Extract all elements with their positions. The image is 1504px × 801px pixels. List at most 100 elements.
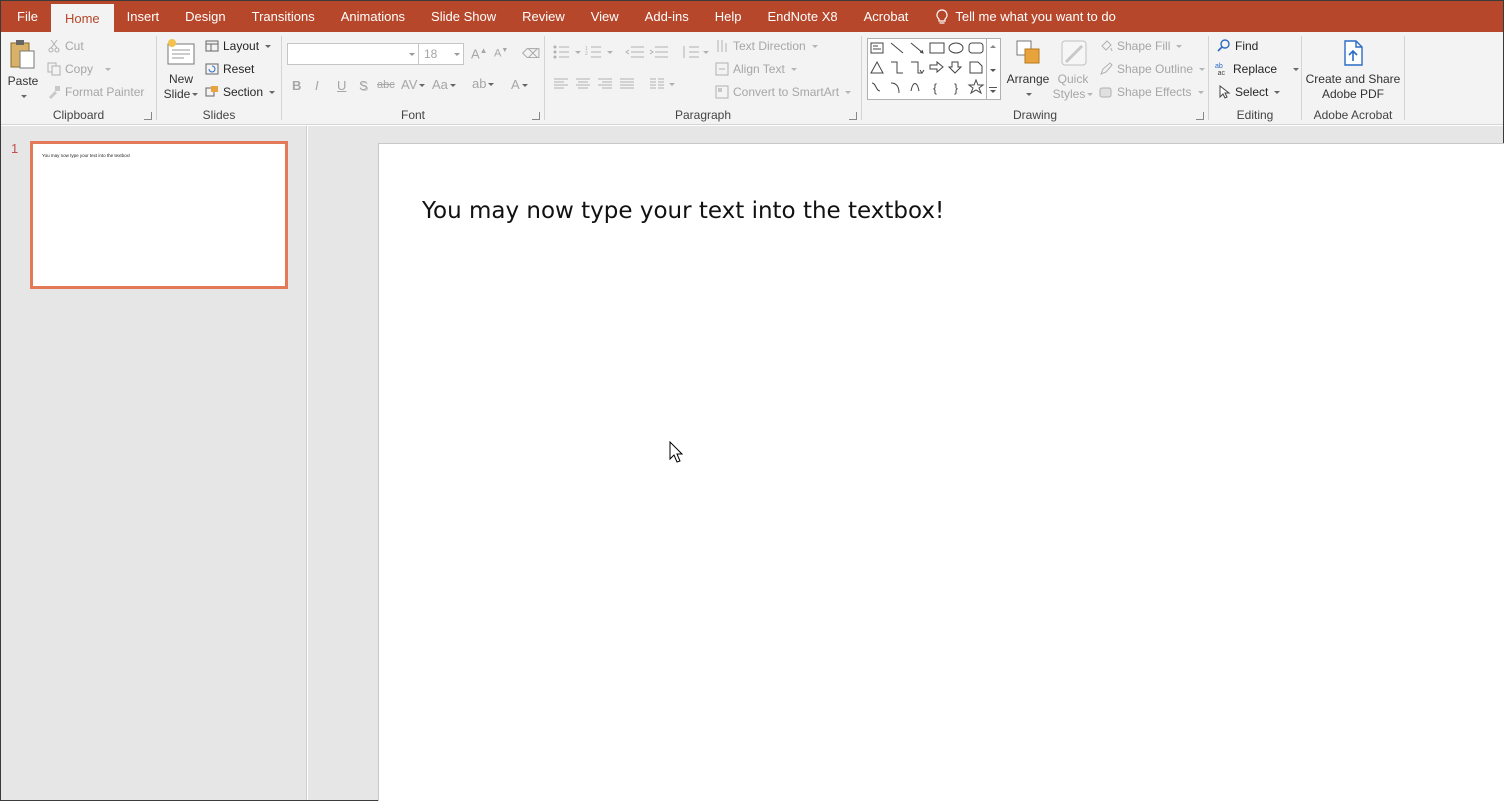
align-text-label: Align Text xyxy=(733,62,785,76)
slide-canvas[interactable]: You may now type your text into the text… xyxy=(378,143,1504,801)
mouse-cursor-icon xyxy=(669,441,683,463)
new-slide-button[interactable]: New Slide xyxy=(161,38,201,102)
new-slide-label-2: Slide xyxy=(163,87,191,101)
change-case-button[interactable]: Aa xyxy=(432,77,456,92)
bold-button[interactable]: B xyxy=(292,78,301,93)
layout-button[interactable]: Layout xyxy=(205,39,272,53)
text-shadow-button[interactable]: S xyxy=(359,78,368,93)
paragraph-dialog-launcher-icon[interactable] xyxy=(849,112,857,120)
reset-button[interactable]: Reset xyxy=(205,62,254,76)
scroll-down-icon[interactable] xyxy=(990,69,996,72)
font-size-dropdown[interactable]: 18 xyxy=(418,43,464,65)
slide-textbox[interactable]: You may now type your text into the text… xyxy=(422,198,944,224)
scroll-up-icon[interactable] xyxy=(990,45,996,48)
editing-group-label: Editing xyxy=(1236,108,1274,122)
tab-home[interactable]: Home xyxy=(50,4,114,32)
pencil-icon xyxy=(1100,62,1113,75)
align-right-icon[interactable] xyxy=(597,78,613,90)
font-dialog-launcher-icon[interactable] xyxy=(532,112,540,120)
paragraph-group: 12 Text Direction Align Text Convert to … xyxy=(545,32,861,125)
bullets-icon[interactable] xyxy=(553,45,581,59)
character-spacing-button[interactable]: AV xyxy=(401,77,426,92)
shape-outline-button[interactable]: Shape Outline xyxy=(1099,62,1206,76)
drawing-dialog-launcher-icon[interactable] xyxy=(1196,112,1204,120)
arrange-icon xyxy=(1016,40,1040,64)
create-share-pdf-button[interactable]: Create and Share Adobe PDF xyxy=(1304,38,1402,102)
reset-icon xyxy=(205,63,219,75)
tab-insert[interactable]: Insert xyxy=(114,1,173,32)
clear-formatting-icon[interactable]: ⌫ xyxy=(522,46,540,62)
more-icon[interactable] xyxy=(989,87,997,88)
tab-slide-show[interactable]: Slide Show xyxy=(418,1,509,32)
convert-smartart-button[interactable]: Convert to SmartArt xyxy=(715,85,852,99)
tab-design[interactable]: Design xyxy=(172,1,238,32)
format-painter-button[interactable]: Format Painter xyxy=(47,85,144,99)
tab-review[interactable]: Review xyxy=(509,1,578,32)
tab-help[interactable]: Help xyxy=(702,1,755,32)
more-arrow-icon xyxy=(990,90,996,93)
quick-styles-icon xyxy=(1061,40,1087,66)
find-button[interactable]: Find xyxy=(1217,39,1258,53)
font-name-dropdown[interactable] xyxy=(287,43,419,65)
strikethrough-button[interactable]: abc xyxy=(377,79,395,91)
quick-styles-button[interactable]: Quick Styles xyxy=(1051,38,1095,102)
tab-transitions[interactable]: Transitions xyxy=(239,1,328,32)
arrange-button[interactable]: Arrange xyxy=(1005,38,1051,102)
columns-icon[interactable] xyxy=(649,78,675,90)
tab-file[interactable]: File xyxy=(1,1,51,32)
slide-thumbnail[interactable]: You may now type your text into the text… xyxy=(30,141,288,289)
convert-smartart-label: Convert to SmartArt xyxy=(733,85,840,99)
replace-icon: abac xyxy=(1215,63,1226,76)
drawing-group-label: Drawing xyxy=(1012,108,1057,122)
character-spacing-label: AV xyxy=(401,77,418,92)
increase-font-size-icon[interactable]: A▲ xyxy=(471,46,488,61)
shape-fill-button[interactable]: Shape Fill xyxy=(1099,39,1183,53)
tab-add-ins[interactable]: Add-ins xyxy=(632,1,702,32)
tell-me-search[interactable]: Tell me what you want to do xyxy=(921,1,1116,32)
paintbrush-icon xyxy=(49,86,60,99)
select-button[interactable]: Select xyxy=(1217,85,1281,99)
highlight-icon[interactable]: ab xyxy=(472,76,495,91)
tab-view[interactable]: View xyxy=(578,1,632,32)
align-center-icon[interactable] xyxy=(575,78,591,90)
tab-endnote[interactable]: EndNote X8 xyxy=(755,1,851,32)
cut-button[interactable]: Cut xyxy=(47,39,84,53)
tab-animations[interactable]: Animations xyxy=(328,1,418,32)
decrease-indent-icon[interactable] xyxy=(625,45,645,59)
italic-button[interactable]: I xyxy=(315,78,319,93)
text-direction-button[interactable]: Text Direction xyxy=(715,39,818,53)
slide-thumbnail-pane[interactable]: 1 You may now type your text into the te… xyxy=(1,126,307,800)
shapes-gallery-scrollbar[interactable] xyxy=(987,38,1001,100)
underline-button[interactable]: U xyxy=(337,78,346,93)
font-color-button[interactable]: A xyxy=(511,77,528,92)
section-icon xyxy=(205,86,218,97)
shape-effects-button[interactable]: Shape Effects xyxy=(1099,85,1204,99)
copy-icon xyxy=(47,62,61,76)
new-slide-icon xyxy=(167,39,195,65)
clipboard-group-label: Clipboard xyxy=(52,108,105,122)
quick-styles-label-1: Quick xyxy=(1057,72,1089,86)
align-left-icon[interactable] xyxy=(553,78,569,90)
clipboard-dialog-launcher-icon[interactable] xyxy=(144,112,152,120)
line-spacing-icon[interactable] xyxy=(681,45,709,59)
slide-thumbnail-text: You may now type your text into the text… xyxy=(42,153,131,158)
scissors-icon xyxy=(48,39,60,53)
shapes-gallery[interactable]: { } xyxy=(867,38,987,100)
copy-button[interactable]: Copy xyxy=(47,62,112,76)
numbering-icon[interactable]: 12 xyxy=(585,45,613,59)
decrease-font-size-icon[interactable]: A▼ xyxy=(494,47,508,60)
paste-button[interactable]: Paste xyxy=(5,38,41,104)
quick-styles-label-2: Styles xyxy=(1052,87,1086,101)
increase-indent-icon[interactable] xyxy=(649,45,669,59)
layout-icon xyxy=(205,40,219,52)
align-text-button[interactable]: Align Text xyxy=(715,62,797,76)
justify-icon[interactable] xyxy=(619,78,635,90)
section-button[interactable]: Section xyxy=(205,85,276,99)
copy-label: Copy xyxy=(65,62,94,76)
text-direction-icon xyxy=(717,40,727,52)
replace-button[interactable]: ab ac Replace xyxy=(1215,62,1300,76)
tab-acrobat[interactable]: Acrobat xyxy=(851,1,922,32)
ribbon-tab-bar: File Home Insert Design Transitions Anim… xyxy=(1,1,1503,32)
paste-icon xyxy=(10,40,35,69)
create-share-label-1: Create and Share xyxy=(1305,72,1401,86)
